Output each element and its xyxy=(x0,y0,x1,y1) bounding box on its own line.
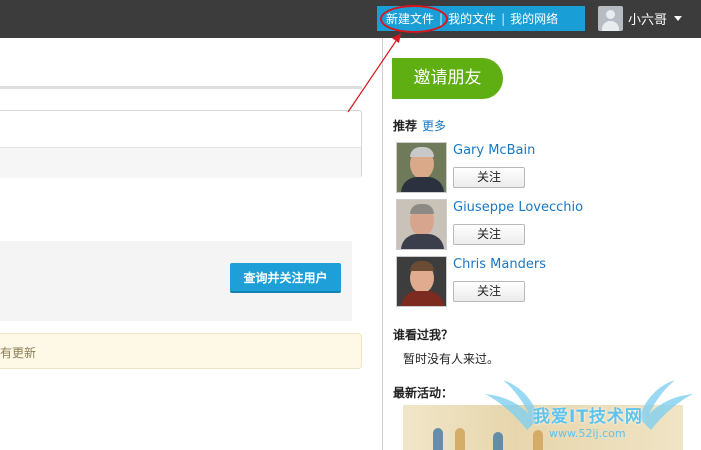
query-follow-button[interactable]: 查询并关注用户 xyxy=(230,263,341,293)
visitors-text: 暂时没有人来过。 xyxy=(403,352,500,366)
my-files-link[interactable]: 我的文件 xyxy=(448,10,496,27)
more-link[interactable]: 更多 xyxy=(422,119,446,133)
top-bar: 新建文件 | 我的文件 | 我的网络 小六哥 xyxy=(0,0,701,38)
watermark-url: www.52ij.com xyxy=(549,427,626,440)
update-notice: 有更新 xyxy=(0,333,362,369)
nav-separator: | xyxy=(501,11,506,26)
my-network-link[interactable]: 我的网络 xyxy=(510,10,558,27)
post-panel xyxy=(0,110,362,178)
watermark-text: 我爱IT技术网 xyxy=(533,407,643,427)
update-notice-text: 有更新 xyxy=(0,346,37,360)
content-divider xyxy=(0,86,362,89)
invite-friends-button[interactable]: 邀请朋友 xyxy=(392,58,503,99)
chevron-down-icon[interactable] xyxy=(674,16,683,21)
avatar[interactable] xyxy=(598,6,623,31)
recommendation-item: Chris Manders 关注 xyxy=(396,256,596,308)
follow-button[interactable]: 关注 xyxy=(453,224,525,245)
recommendation-item: Gary McBain 关注 xyxy=(396,142,596,194)
activity-title: 最新活动： xyxy=(393,386,454,400)
user-photo[interactable] xyxy=(396,199,447,250)
user-photo[interactable] xyxy=(396,142,447,193)
follow-button[interactable]: 关注 xyxy=(453,167,525,188)
page: 新建文件 | 我的文件 | 我的网络 小六哥 查询并关注用户 有更新 邀请朋友 … xyxy=(0,0,701,450)
visitors-title: 谁看过我？ xyxy=(393,328,454,342)
user-name-link[interactable]: Gary McBain xyxy=(453,143,535,158)
recommend-title: 推荐 xyxy=(393,119,418,133)
user-name-link[interactable]: Giuseppe Lovecchio xyxy=(453,200,583,215)
user-menu[interactable]: 小六哥 xyxy=(598,6,683,31)
watermark: 我爱IT技术网 www.52ij.com xyxy=(483,372,695,450)
follow-button[interactable]: 关注 xyxy=(453,281,525,302)
user-name[interactable]: 小六哥 xyxy=(628,9,667,28)
user-name-link[interactable]: Chris Manders xyxy=(453,257,546,272)
annotation-ellipse xyxy=(380,5,448,33)
sidebar-divider xyxy=(382,38,383,450)
recommendation-item: Giuseppe Lovecchio 关注 xyxy=(396,199,596,251)
user-photo[interactable] xyxy=(396,256,447,307)
post-panel-footer xyxy=(0,147,361,178)
recommend-section-title: 推荐 更多 xyxy=(393,117,446,134)
